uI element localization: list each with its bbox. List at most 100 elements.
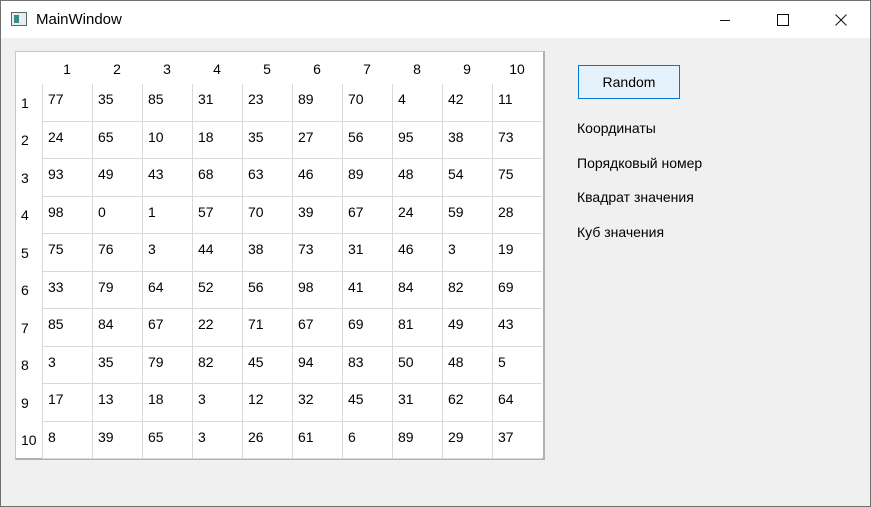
grid-cell[interactable]: 24 [392, 196, 442, 234]
data-grid[interactable]: 1 2 3 4 5 6 7 8 9 10 1 77 35 85 31 23 89 70 4 42 11 2 24 65 10 1… [15, 51, 545, 460]
column-header[interactable]: 8 [392, 52, 442, 84]
grid-cell[interactable]: 79 [142, 346, 192, 384]
grid-cell[interactable]: 37 [492, 421, 542, 459]
grid-cell[interactable]: 22 [192, 309, 242, 347]
grid-cell[interactable]: 70 [242, 196, 292, 234]
grid-cell[interactable]: 77 [42, 84, 92, 122]
grid-cell[interactable]: 76 [92, 234, 142, 272]
grid-cell[interactable]: 17 [42, 384, 92, 422]
grid-cell[interactable]: 29 [442, 421, 492, 459]
grid-cell[interactable]: 56 [242, 271, 292, 309]
grid-cell[interactable]: 35 [92, 84, 142, 122]
grid-cell[interactable]: 1 [142, 196, 192, 234]
grid-cell[interactable]: 43 [492, 309, 542, 347]
grid-cell[interactable]: 73 [292, 234, 342, 272]
grid-cell[interactable]: 57 [192, 196, 242, 234]
grid-cell[interactable]: 67 [142, 309, 192, 347]
grid-cell[interactable]: 8 [42, 421, 92, 459]
grid-cell[interactable]: 46 [292, 159, 342, 197]
grid-cell[interactable]: 52 [192, 271, 242, 309]
row-header[interactable]: 3 [16, 159, 42, 197]
grid-cell[interactable]: 65 [92, 121, 142, 159]
grid-cell[interactable]: 33 [42, 271, 92, 309]
grid-cell[interactable]: 31 [192, 84, 242, 122]
grid-cell[interactable]: 84 [392, 271, 442, 309]
column-header[interactable]: 9 [442, 52, 492, 84]
grid-cell[interactable]: 3 [42, 346, 92, 384]
column-header[interactable]: 6 [292, 52, 342, 84]
grid-cell[interactable]: 39 [292, 196, 342, 234]
grid-cell[interactable]: 73 [492, 121, 542, 159]
grid-cell[interactable]: 49 [442, 309, 492, 347]
grid-cell[interactable]: 3 [142, 234, 192, 272]
grid-cell[interactable]: 43 [142, 159, 192, 197]
grid-cell[interactable]: 4 [392, 84, 442, 122]
grid-cell[interactable]: 19 [492, 234, 542, 272]
grid-cell[interactable]: 44 [192, 234, 242, 272]
grid-cell[interactable]: 94 [292, 346, 342, 384]
grid-cell[interactable]: 93 [42, 159, 92, 197]
grid-cell[interactable]: 11 [492, 84, 542, 122]
column-header[interactable]: 5 [242, 52, 292, 84]
grid-cell[interactable]: 54 [442, 159, 492, 197]
grid-cell[interactable]: 41 [342, 271, 392, 309]
grid-cell[interactable]: 13 [92, 384, 142, 422]
grid-cell[interactable]: 3 [442, 234, 492, 272]
row-header[interactable]: 7 [16, 309, 42, 347]
grid-cell[interactable]: 45 [342, 384, 392, 422]
grid-cell[interactable]: 84 [92, 309, 142, 347]
grid-cell[interactable]: 89 [292, 84, 342, 122]
column-header[interactable]: 7 [342, 52, 392, 84]
grid-cell[interactable]: 75 [42, 234, 92, 272]
grid-cell[interactable]: 79 [92, 271, 142, 309]
row-header[interactable]: 5 [16, 234, 42, 272]
random-button[interactable]: Random [578, 65, 680, 99]
grid-cell[interactable]: 70 [342, 84, 392, 122]
grid-cell[interactable]: 63 [242, 159, 292, 197]
grid-cell[interactable]: 82 [442, 271, 492, 309]
row-header[interactable]: 8 [16, 347, 42, 385]
grid-cell[interactable]: 45 [242, 346, 292, 384]
grid-cell[interactable]: 23 [242, 84, 292, 122]
grid-cell[interactable]: 71 [242, 309, 292, 347]
row-header[interactable]: 6 [16, 272, 42, 310]
grid-cell[interactable]: 48 [442, 346, 492, 384]
grid-cell[interactable]: 26 [242, 421, 292, 459]
grid-cell[interactable]: 85 [42, 309, 92, 347]
grid-cell[interactable]: 39 [92, 421, 142, 459]
grid-cell[interactable]: 18 [142, 384, 192, 422]
grid-cell[interactable]: 69 [342, 309, 392, 347]
column-header[interactable]: 4 [192, 52, 242, 84]
row-header[interactable]: 9 [16, 384, 42, 422]
grid-cell[interactable]: 38 [442, 121, 492, 159]
grid-cell[interactable]: 28 [492, 196, 542, 234]
column-header[interactable]: 10 [492, 52, 542, 84]
grid-cell[interactable]: 31 [392, 384, 442, 422]
grid-cell[interactable]: 50 [392, 346, 442, 384]
grid-cell[interactable]: 64 [142, 271, 192, 309]
grid-cell[interactable]: 67 [292, 309, 342, 347]
grid-cell[interactable]: 85 [142, 84, 192, 122]
grid-cell[interactable]: 83 [342, 346, 392, 384]
grid-cell[interactable]: 35 [242, 121, 292, 159]
row-header[interactable]: 2 [16, 122, 42, 160]
grid-cell[interactable]: 82 [192, 346, 242, 384]
maximize-button[interactable] [754, 1, 812, 38]
column-header[interactable]: 3 [142, 52, 192, 84]
grid-cell[interactable]: 31 [342, 234, 392, 272]
grid-cell[interactable]: 98 [292, 271, 342, 309]
grid-cell[interactable]: 49 [92, 159, 142, 197]
row-header[interactable]: 4 [16, 197, 42, 235]
grid-cell[interactable]: 61 [292, 421, 342, 459]
grid-cell[interactable]: 64 [492, 384, 542, 422]
grid-cell[interactable]: 42 [442, 84, 492, 122]
grid-cell[interactable]: 5 [492, 346, 542, 384]
grid-cell[interactable]: 12 [242, 384, 292, 422]
grid-cell[interactable]: 81 [392, 309, 442, 347]
grid-cell[interactable]: 65 [142, 421, 192, 459]
grid-cell[interactable]: 67 [342, 196, 392, 234]
close-button[interactable] [812, 1, 870, 38]
column-header[interactable]: 1 [42, 52, 92, 84]
grid-cell[interactable]: 89 [392, 421, 442, 459]
grid-cell[interactable]: 75 [492, 159, 542, 197]
